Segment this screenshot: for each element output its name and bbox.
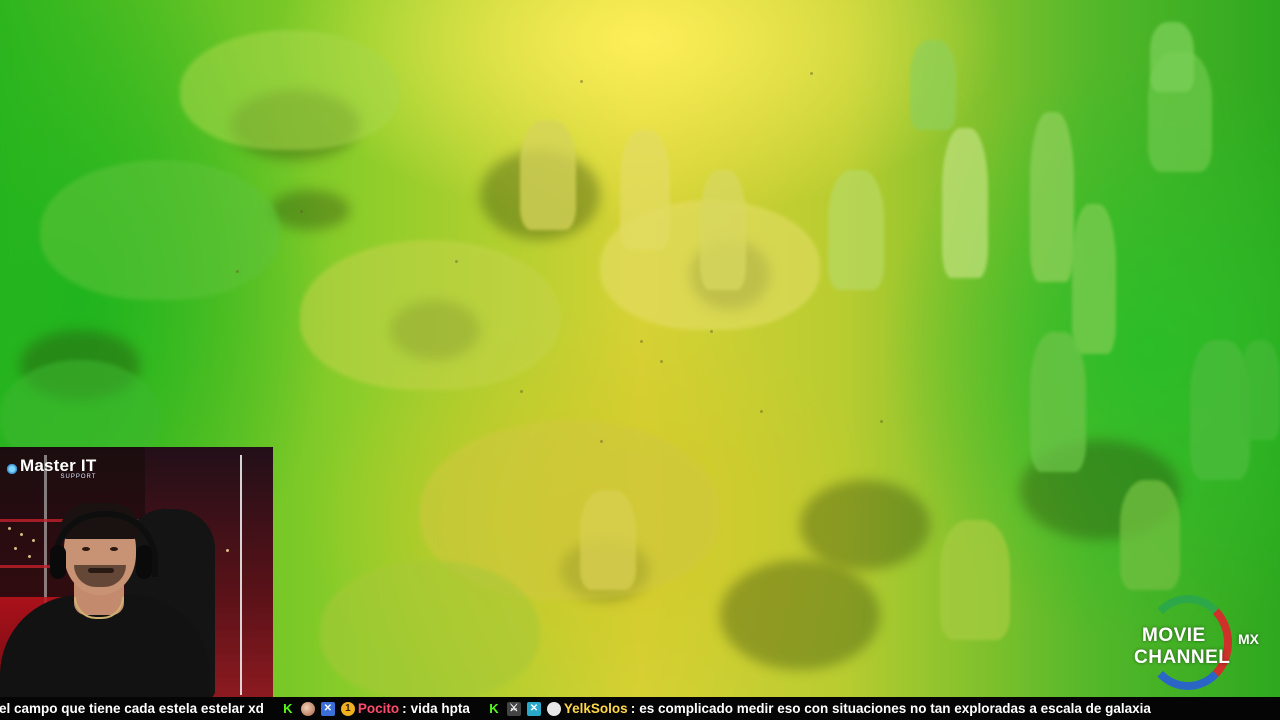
chat-message: vida hpta: [410, 701, 470, 716]
skull-icon: [546, 701, 561, 716]
chat-message: es complicado medir eso con situaciones …: [639, 701, 1151, 716]
kick-icon: K: [283, 700, 293, 716]
webcam-overlay: Master IT SUPPORT: [0, 447, 273, 697]
sword-icon: ⚔: [506, 701, 521, 716]
watermark-line1: MOVIE: [1142, 625, 1206, 646]
box-badge-icon: ✕: [526, 701, 541, 716]
watermark-suffix: MX: [1238, 631, 1259, 647]
logo-mark-icon: [6, 463, 18, 475]
kick-icon: K: [489, 700, 499, 716]
channel-watermark: MOVIE MX CHANNEL: [1130, 595, 1260, 695]
ticker-track: el campo que tiene cada estela estelar x…: [0, 700, 1151, 716]
chat-message: el campo que tiene cada estela estelar x…: [0, 701, 264, 716]
coin-icon: 1: [340, 701, 355, 716]
watermark-line2: CHANNEL: [1134, 647, 1231, 668]
blue-badge-icon: ✕: [320, 701, 335, 716]
chat-username[interactable]: YelkSolos: [564, 701, 628, 716]
master-it-logo: Master IT SUPPORT: [6, 457, 96, 480]
chat-username[interactable]: Pocito: [358, 701, 399, 716]
logo-text: Master IT: [20, 456, 97, 475]
face-icon: [300, 701, 315, 716]
chat-ticker: el campo que tiene cada estela estelar x…: [0, 697, 1280, 720]
